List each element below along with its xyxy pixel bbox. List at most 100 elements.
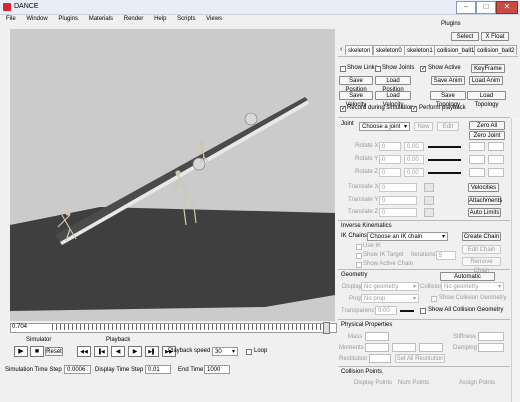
- menu-render[interactable]: Render: [124, 16, 144, 22]
- menu-plugins[interactable]: Plugins: [58, 16, 78, 22]
- joint-edit-button[interactable]: Edit: [437, 122, 459, 131]
- zero-joint-button[interactable]: Zero Joint: [469, 131, 505, 140]
- record-checkbox[interactable]: ✓: [340, 106, 346, 112]
- ik-chain-select[interactable]: Choose an IK chain ▾: [367, 232, 448, 241]
- select-button[interactable]: Select: [451, 32, 479, 41]
- rotate-x-field[interactable]: 0: [379, 142, 401, 151]
- play-icon[interactable]: ▶: [128, 346, 142, 357]
- perform-playback-checkbox[interactable]: ✓: [411, 106, 417, 112]
- render-viewport[interactable]: [10, 29, 335, 321]
- menu-file[interactable]: File: [6, 16, 16, 22]
- auto-limits-button[interactable]: Auto Limits: [468, 208, 501, 217]
- step-forward-icon[interactable]: ▶▌: [145, 346, 159, 357]
- sim-reset-button[interactable]: Reset: [45, 347, 63, 356]
- show-all-collision-checkbox[interactable]: [420, 308, 426, 314]
- collision-geometry-select[interactable]: No geometry ▾: [441, 282, 504, 291]
- end-time-field[interactable]: 1000: [204, 365, 230, 374]
- rewind-icon[interactable]: ◀◀: [77, 346, 91, 357]
- mass-field[interactable]: [365, 332, 389, 341]
- automatic-geometry-button[interactable]: Automatic Geometry: [440, 272, 495, 289]
- remove-chain-button[interactable]: Remove Chain: [462, 257, 501, 274]
- moments-field-2[interactable]: [392, 343, 416, 352]
- rotate-x-slider[interactable]: [428, 146, 461, 148]
- rotate-x-limit-min[interactable]: [469, 142, 485, 151]
- iterations-field[interactable]: 5: [436, 251, 456, 260]
- transparency-slider[interactable]: [400, 310, 414, 312]
- show-ik-target-checkbox[interactable]: [356, 253, 362, 259]
- step-back-icon[interactable]: ▐◀: [94, 346, 108, 357]
- rotate-z-value[interactable]: 0.00: [404, 168, 424, 177]
- translate-z-field[interactable]: 0: [379, 208, 417, 217]
- show-joints-checkbox[interactable]: [375, 66, 381, 72]
- rotate-y-limit-min[interactable]: [469, 155, 485, 164]
- display-geometry-select[interactable]: No geometry ▾: [361, 282, 419, 291]
- playback-speed-select[interactable]: 30 ▾: [212, 347, 238, 356]
- save-velocity-button[interactable]: Save Velocity: [339, 91, 373, 108]
- loop-checkbox[interactable]: [246, 349, 252, 355]
- play-reverse-icon[interactable]: ◀: [111, 346, 125, 357]
- close-icon[interactable]: ✕: [496, 1, 518, 14]
- show-collision-geometry-checkbox[interactable]: [431, 296, 437, 302]
- stiffness-field[interactable]: [478, 332, 504, 341]
- tab-collision-ball2[interactable]: collision_ball2: [474, 45, 518, 55]
- zero-all-button[interactable]: Zero All: [469, 121, 505, 130]
- menu-materials[interactable]: Materials: [89, 16, 113, 22]
- sim-time-step-field[interactable]: 0.0006: [64, 365, 91, 374]
- load-position-button[interactable]: Load Position: [375, 76, 411, 93]
- tab-collision-ball1[interactable]: collision_ball1: [434, 45, 478, 55]
- restitution-field[interactable]: [369, 354, 391, 363]
- velocities-button[interactable]: Velocities: [468, 183, 499, 192]
- display-time-step-field[interactable]: 0.01: [145, 365, 171, 374]
- menu-views[interactable]: Views: [206, 16, 222, 22]
- save-topology-button[interactable]: Save Topology: [430, 91, 466, 108]
- menu-window[interactable]: Window: [26, 16, 47, 22]
- prop-select[interactable]: No prop ▾: [361, 294, 419, 303]
- rotate-z-limit-max[interactable]: [488, 168, 504, 177]
- attachments-button[interactable]: Attachments: [468, 196, 502, 205]
- menu-help[interactable]: Help: [154, 16, 166, 22]
- tab-skeleton0[interactable]: skeleton0: [373, 45, 405, 55]
- use-ik-checkbox[interactable]: [356, 244, 362, 250]
- panel-scrollbar[interactable]: [511, 118, 520, 402]
- translate-x-field[interactable]: 0: [379, 183, 417, 192]
- translate-x-slider[interactable]: [424, 183, 434, 192]
- joint-select[interactable]: Choose a joint ▾: [359, 122, 410, 131]
- show-active-checkbox[interactable]: ✓: [420, 66, 426, 72]
- save-anim-button[interactable]: Save Anim: [431, 76, 465, 85]
- load-velocity-button[interactable]: Load Velocity: [375, 91, 411, 108]
- save-position-button[interactable]: Save Position: [339, 76, 373, 93]
- tab-skeleton[interactable]: skeleton: [345, 45, 374, 55]
- load-anim-button[interactable]: Load Anim: [469, 76, 503, 85]
- rotate-z-slider[interactable]: [428, 172, 461, 174]
- translate-y-slider[interactable]: [424, 196, 434, 205]
- timeline-thumb[interactable]: [323, 322, 330, 334]
- translate-z-slider[interactable]: [424, 208, 434, 217]
- transparency-field[interactable]: 0.00: [375, 306, 397, 315]
- maximize-icon[interactable]: □: [476, 1, 496, 14]
- joint-new-button[interactable]: New: [414, 122, 433, 131]
- rotate-y-value[interactable]: 0.00: [404, 155, 424, 164]
- tab-skeleton1[interactable]: skeleton1: [404, 45, 436, 55]
- menu-scripts[interactable]: Scripts: [177, 16, 195, 22]
- rotate-x-limit-max[interactable]: [488, 142, 504, 151]
- show-links-checkbox[interactable]: [340, 66, 346, 72]
- keyframe-button[interactable]: KeyFrame: [471, 64, 505, 73]
- float-button[interactable]: X Float: [481, 32, 509, 41]
- set-all-restitution-button[interactable]: Set All Restitution: [395, 354, 445, 363]
- rotate-x-value[interactable]: 0.00: [404, 142, 424, 151]
- load-topology-button[interactable]: Load Topology: [467, 91, 506, 108]
- moments-field-1[interactable]: [365, 343, 389, 352]
- translate-y-field[interactable]: 0: [379, 196, 417, 205]
- rotate-z-limit-min[interactable]: [469, 168, 485, 177]
- rotate-y-slider[interactable]: [428, 159, 461, 161]
- minimize-icon[interactable]: –: [456, 1, 476, 14]
- create-chain-button[interactable]: Create Chain: [462, 232, 501, 241]
- rotate-y-limit-max[interactable]: [488, 155, 504, 164]
- current-time-field[interactable]: 0.704: [10, 323, 44, 331]
- rotate-y-field[interactable]: 0: [379, 155, 401, 164]
- tabs-scroll-left-icon[interactable]: ‹: [340, 46, 342, 53]
- show-active-chain-checkbox[interactable]: [356, 262, 362, 268]
- sim-play-button[interactable]: ▶: [14, 346, 28, 357]
- edit-chain-button[interactable]: Edit Chain: [462, 245, 501, 254]
- sim-stop-button[interactable]: ■: [30, 346, 44, 357]
